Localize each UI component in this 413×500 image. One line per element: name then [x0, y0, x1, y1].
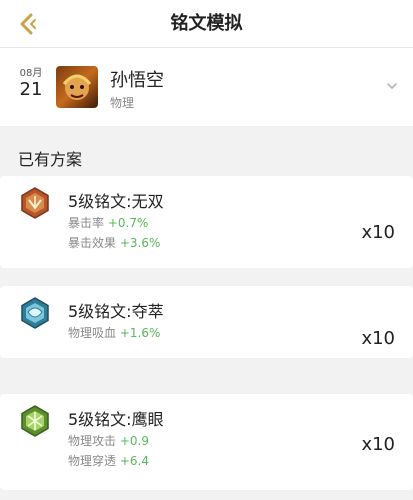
page-title: 铭文模拟 [170, 13, 243, 34]
rune-item[interactable]: 5级铭文:无双 暴击率 +0.7% 暴击效果 +3.6% x10 [0, 176, 413, 268]
rune-stat: 暴击效果 +3.6% [68, 234, 160, 251]
rune-stat: 物理攻击 +0.9 [68, 432, 149, 449]
rune-stat: 暴击率 +0.7% [68, 214, 148, 231]
red-rune-icon [18, 186, 52, 220]
hero-avatar [56, 66, 98, 108]
rune-name: 5级铭文:无双 [68, 192, 164, 211]
hero-selector[interactable]: 08月 21 孙悟空 物理 [0, 48, 413, 132]
stat-label: 暴击率 [68, 216, 105, 230]
rune-count: x10 [361, 222, 395, 243]
rune-stat: 物理吸血 +1.6% [68, 324, 160, 341]
green-rune-icon [18, 404, 52, 438]
stat-value: +0.7% [107, 216, 149, 230]
rune-name: 5级铭文:夺萃 [68, 302, 164, 321]
rune-name: 5级铭文:鹰眼 [68, 410, 164, 429]
hero-dropdown[interactable] [385, 78, 399, 92]
rune-item[interactable]: 5级铭文:鹰眼 物理攻击 +0.9 物理穿透 +6.4 x10 [0, 394, 413, 490]
stat-label: 物理攻击 [68, 434, 117, 448]
top-bar: 铭文模拟 [0, 0, 413, 48]
stat-label: 物理吸血 [68, 326, 117, 340]
date-day: 21 [19, 79, 43, 100]
rune-count: x10 [361, 328, 395, 349]
stat-label: 物理穿透 [68, 454, 117, 468]
section-title: 已有方案 [18, 150, 83, 169]
blue-rune-icon [18, 296, 52, 330]
stat-value: +1.6% [119, 326, 161, 340]
rune-count: x10 [361, 434, 395, 455]
stat-value: +6.4 [119, 454, 149, 468]
rune-item[interactable]: 5级铭文:夺萃 物理吸血 +1.6% x10 [0, 286, 413, 358]
hero-type: 物理 [110, 96, 135, 110]
rune-stat: 物理穿透 +6.4 [68, 452, 149, 469]
stat-label: 暴击效果 [68, 236, 117, 250]
date-badge: 08月 21 [18, 68, 44, 100]
hero-name: 孙悟空 [110, 70, 164, 91]
chevron-down-icon [387, 83, 397, 89]
stat-value: +3.6% [119, 236, 161, 250]
stat-value: +0.9 [119, 434, 149, 448]
